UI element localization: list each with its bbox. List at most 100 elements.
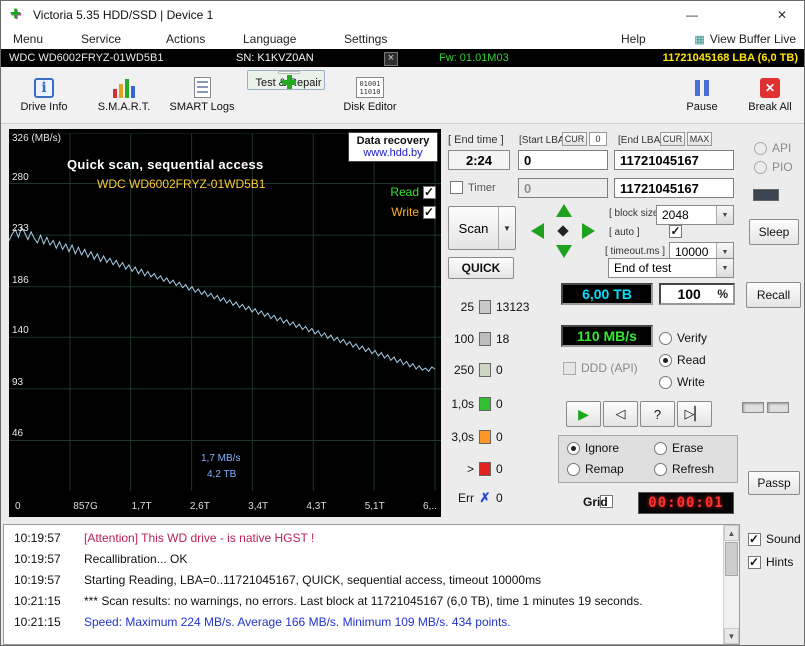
menu-item-menu[interactable]: Menu xyxy=(13,29,43,49)
log-scrollbar[interactable]: ▲ ▼ xyxy=(723,525,739,644)
close-button[interactable]: ✕ xyxy=(759,1,805,29)
menu-item-settings[interactable]: Settings xyxy=(344,29,387,49)
scan-dropdown-arrow[interactable]: ▼ xyxy=(498,207,515,249)
start-lba-cur-button[interactable]: CUR xyxy=(562,132,587,146)
recall-button[interactable]: Recall xyxy=(746,282,801,308)
skip-to-end-button[interactable]: ▷▏ xyxy=(677,401,712,427)
latency-label: 1,0s xyxy=(444,397,474,411)
y-tick-label: 233 xyxy=(12,223,29,234)
verify-label: Verify xyxy=(677,331,707,345)
start-lba-input[interactable]: 0 xyxy=(518,150,608,170)
legend-read: Read xyxy=(390,185,436,199)
api-radio[interactable]: API xyxy=(754,141,791,155)
scrollbar-thumb[interactable] xyxy=(725,542,738,576)
scroll-up-button[interactable]: ▲ xyxy=(724,525,739,541)
latency-color-swatch xyxy=(479,332,491,346)
x-tick-label: 2,6T xyxy=(190,501,210,512)
sleep-button[interactable]: Sleep xyxy=(749,219,799,245)
quick-button[interactable]: QUICK xyxy=(448,257,514,279)
latency-label: 250 xyxy=(444,363,474,377)
radio-icon xyxy=(754,161,767,174)
led-indicator xyxy=(753,189,779,201)
minimize-button[interactable]: — xyxy=(669,1,715,29)
arrow-left-icon[interactable] xyxy=(531,223,544,239)
end-of-test-select[interactable]: End of test ▼ xyxy=(608,258,734,278)
app-icon: ✚ xyxy=(10,6,21,22)
auto-checkbox[interactable] xyxy=(669,225,682,238)
pause-button[interactable]: Pause xyxy=(671,70,733,120)
error-x-icon: ✗ xyxy=(479,490,491,506)
timer-label: Timer xyxy=(468,182,496,194)
menu-item-service[interactable]: Service xyxy=(81,29,121,49)
pio-radio[interactable]: PIO xyxy=(754,160,793,174)
test-repair-button[interactable]: Test & Repair xyxy=(247,70,325,90)
arrow-up-icon[interactable] xyxy=(556,204,572,217)
document-icon xyxy=(194,77,211,98)
speed-graph-panel[interactable]: 326 (MB/s)2802331861409346 Quick scan, s… xyxy=(9,129,441,517)
nav-arrows[interactable] xyxy=(525,203,601,259)
sound-checkbox[interactable]: Sound xyxy=(748,532,801,546)
break-all-button[interactable]: ✕ Break All xyxy=(737,70,803,120)
view-buffer-live-button[interactable]: ▦ View Buffer Live xyxy=(694,29,796,49)
y-tick-label: 140 xyxy=(12,325,29,336)
radio-icon xyxy=(659,332,672,345)
x-tick-label: 4,3T xyxy=(306,501,326,512)
watermark-line1: Data recovery xyxy=(349,135,437,147)
smart-button[interactable]: S.M.A.R.T. xyxy=(85,70,163,120)
scan-button[interactable]: Scan ▼ xyxy=(448,206,516,250)
latency-color-swatch xyxy=(479,430,491,444)
log-time: 10:19:57 xyxy=(14,528,84,549)
menu-item-actions[interactable]: Actions xyxy=(166,29,205,49)
block-size-select[interactable]: 2048 ▼ xyxy=(656,205,734,225)
verify-radio[interactable]: Verify xyxy=(659,331,707,345)
latency-color-swatch xyxy=(479,363,491,377)
menu-item-help[interactable]: Help xyxy=(621,29,646,49)
x-axis-labels: 0857G1,7T2,6T3,4T4,3T5,1T6,.. xyxy=(15,501,435,514)
y-tick-label: 326 (MB/s) xyxy=(12,133,61,144)
goto-block-button[interactable]: ? xyxy=(640,401,675,427)
refresh-label: Refresh xyxy=(672,462,714,476)
write-radio[interactable]: Write xyxy=(659,375,705,389)
buffer-grid-icon: ▦ xyxy=(694,33,704,46)
end-lba-max-button[interactable]: MAX xyxy=(687,132,712,146)
disk-editor-button[interactable]: 01001 11010 Disk Editor xyxy=(331,70,409,120)
progress-percent-display: 100 % xyxy=(659,283,735,305)
scroll-down-button[interactable]: ▼ xyxy=(724,628,739,644)
drive-info-button[interactable]: i Drive Info xyxy=(5,70,83,120)
arrow-down-icon[interactable] xyxy=(556,245,572,258)
serial-close-button[interactable]: × xyxy=(384,52,398,66)
device-serial: SN: K1KVZ0AN xyxy=(236,49,314,67)
pause-icon xyxy=(692,77,712,98)
view-buffer-live-label: View Buffer Live xyxy=(710,32,796,46)
end-lba-cur-button[interactable]: CUR xyxy=(660,132,685,146)
x-tick-label: 857G xyxy=(73,501,97,512)
ignore-radio[interactable]: Ignore xyxy=(567,441,619,455)
read-radio[interactable]: Read xyxy=(659,353,706,367)
log-text: *** Scan results: no warnings, no errors… xyxy=(84,594,643,608)
write-label: Write xyxy=(391,205,419,219)
smart-logs-button[interactable]: SMART Logs xyxy=(163,70,241,120)
end-lba-input[interactable]: 11721045167 xyxy=(614,150,734,170)
radio-icon xyxy=(654,463,667,476)
ddd-api-checkbox[interactable]: DDD (API) xyxy=(563,361,638,375)
break-icon-glyph: ✕ xyxy=(765,81,775,95)
refresh-radio[interactable]: Refresh xyxy=(654,462,714,476)
arrow-right-icon[interactable] xyxy=(582,223,595,239)
step-back-button[interactable]: ◁ xyxy=(603,401,638,427)
y-tick-label: 93 xyxy=(12,377,23,388)
start-test-button[interactable]: ▶ xyxy=(566,401,601,427)
disk-editor-label: Disk Editor xyxy=(343,101,396,113)
nav-center-dot xyxy=(557,225,568,236)
timer-checkbox[interactable] xyxy=(450,181,463,194)
menu-item-language[interactable]: Language xyxy=(243,29,296,49)
hints-checkbox[interactable]: Hints xyxy=(748,555,793,569)
end-lba-input-2[interactable]: 11721045167 xyxy=(614,178,734,198)
passp-button[interactable]: Passp xyxy=(748,471,800,495)
erase-radio[interactable]: Erase xyxy=(654,441,703,455)
write-checkbox[interactable] xyxy=(423,206,436,219)
break-all-label: Break All xyxy=(748,101,791,113)
remap-radio[interactable]: Remap xyxy=(567,462,624,476)
read-checkbox[interactable] xyxy=(423,186,436,199)
percent-unit: % xyxy=(717,287,733,301)
drive-info-label: Drive Info xyxy=(20,101,67,113)
